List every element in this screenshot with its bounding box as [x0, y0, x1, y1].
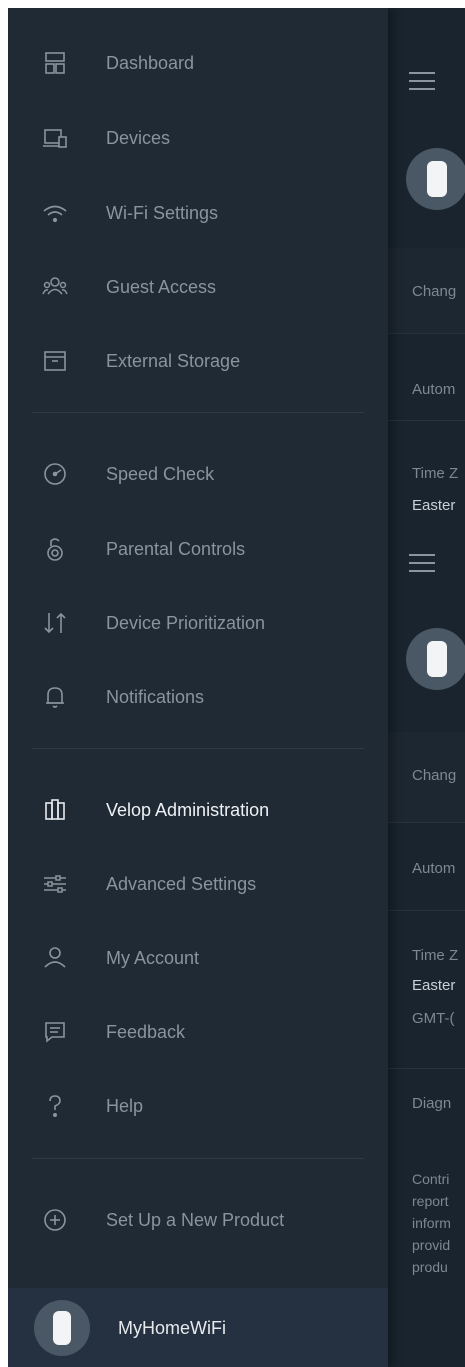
sliders-icon — [42, 871, 68, 897]
diagnostics-description: Contri report inform provid produ — [412, 1171, 451, 1275]
hamburger-menu-icon[interactable] — [409, 72, 435, 90]
parental-controls-icon — [42, 536, 68, 562]
time-zone-label: Time Z — [412, 465, 459, 482]
menu-item-help[interactable]: Help — [8, 1081, 388, 1131]
velop-node-icon — [34, 1300, 90, 1356]
change-label: Chang — [412, 283, 457, 300]
feedback-icon — [42, 1019, 68, 1045]
help-icon — [42, 1093, 68, 1119]
automatic-label: Autom — [412, 860, 456, 877]
menu-item-set-up-new-product[interactable]: Set Up a New Product — [8, 1195, 388, 1245]
plus-circle-icon — [42, 1207, 68, 1233]
network-switcher[interactable]: MyHomeWiFi — [8, 1288, 388, 1367]
menu-item-guest-access[interactable]: Guest Access — [8, 262, 388, 312]
network-name: MyHomeWiFi — [118, 1318, 226, 1338]
bell-icon — [42, 684, 68, 710]
change-label: Chang — [412, 767, 457, 784]
dashboard-icon — [42, 50, 68, 76]
app-screen: Chang Autom Time Z Easter Chang Autom Ti… — [8, 8, 465, 1367]
menu-item-external-storage[interactable]: External Storage — [8, 336, 388, 386]
menu-item-notifications[interactable]: Notifications — [8, 672, 388, 722]
navigation-drawer: Dashboard Devices Wi-Fi Settings Guest A… — [8, 8, 388, 1367]
time-zone-value[interactable]: Easter — [412, 497, 465, 514]
velop-node-icon — [42, 797, 68, 823]
device-prioritization-icon — [42, 610, 68, 636]
menu-item-advanced-settings[interactable]: Advanced Settings — [8, 859, 388, 909]
menu-item-velop-administration[interactable]: Velop Administration — [8, 785, 388, 835]
menu-divider — [32, 412, 364, 413]
external-storage-icon — [42, 348, 68, 374]
menu-item-device-prioritization[interactable]: Device Prioritization — [8, 598, 388, 648]
user-icon — [42, 945, 68, 971]
guest-access-icon — [42, 274, 68, 300]
node-avatar — [406, 628, 465, 690]
menu-item-dashboard[interactable]: Dashboard — [8, 38, 388, 88]
automatic-label: Autom — [412, 381, 456, 398]
hamburger-menu-icon[interactable] — [409, 554, 435, 572]
gmt-offset: GMT-( — [412, 1010, 455, 1027]
menu-item-wifi-settings[interactable]: Wi-Fi Settings — [8, 188, 388, 238]
menu-item-my-account[interactable]: My Account — [8, 933, 388, 983]
menu-item-feedback[interactable]: Feedback — [8, 1007, 388, 1057]
speed-check-icon — [42, 461, 68, 487]
diagnostics-label: Diagn — [412, 1095, 452, 1112]
time-zone-label: Time Z — [412, 947, 459, 964]
wifi-icon — [42, 200, 68, 226]
devices-icon — [42, 125, 68, 151]
node-avatar — [406, 148, 465, 210]
menu-item-parental-controls[interactable]: Parental Controls — [8, 524, 388, 574]
menu-divider — [32, 1158, 364, 1159]
menu-item-devices[interactable]: Devices — [8, 113, 388, 163]
time-zone-value[interactable]: Easter — [412, 977, 465, 994]
menu-divider — [32, 748, 364, 749]
menu-item-speed-check[interactable]: Speed Check — [8, 449, 388, 499]
